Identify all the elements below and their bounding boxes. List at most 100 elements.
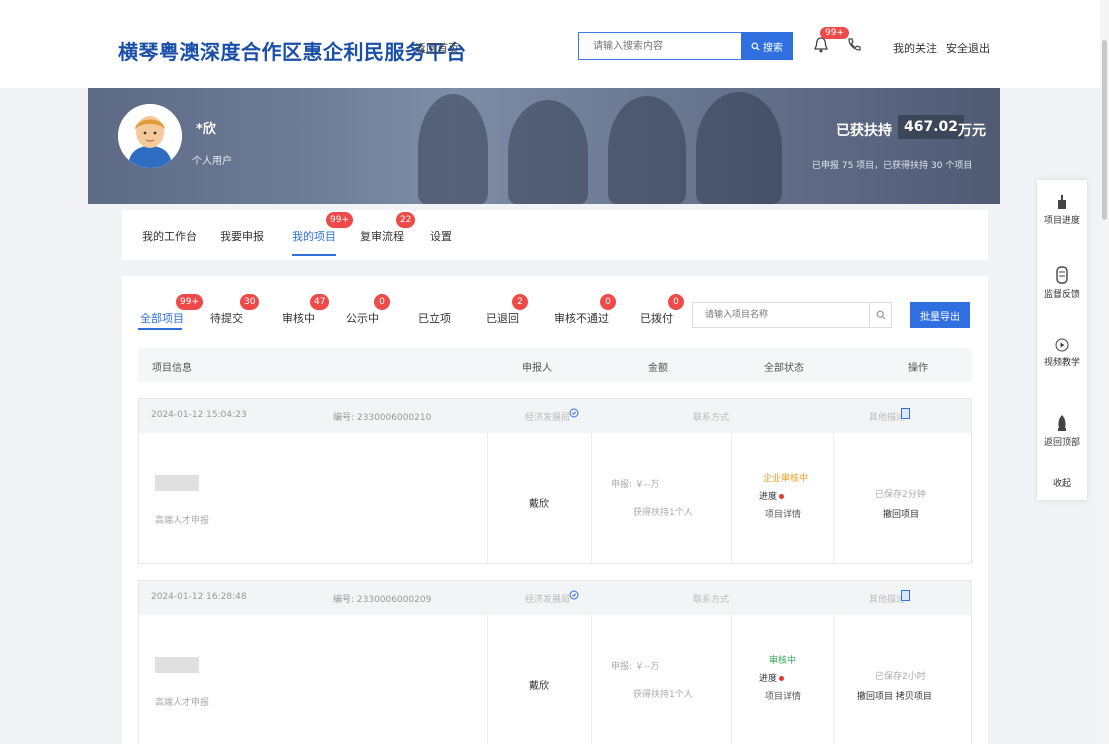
tab-my-projects[interactable]: 我的项目 bbox=[292, 228, 336, 244]
logout-link[interactable]: 安全退出 bbox=[946, 40, 990, 56]
phone-icon[interactable] bbox=[846, 37, 862, 53]
subtab-returned[interactable]: 已退回 bbox=[486, 310, 519, 326]
subtab-all-badge: 99+ bbox=[176, 294, 203, 310]
col-header-project: 项目信息 bbox=[152, 363, 192, 374]
progress-link[interactable]: 进度 bbox=[759, 489, 785, 502]
top-header: 横琴粤澳深度合作区惠企利民服务平台 返回首页 搜索 99+ 我的关注 安全退出 bbox=[0, 0, 1100, 88]
user-banner bbox=[88, 88, 1000, 204]
support-label: 已获扶持 bbox=[836, 123, 892, 139]
info-icon[interactable] bbox=[569, 408, 579, 421]
subtab-reviewing-badge: 47 bbox=[310, 294, 330, 310]
project-number: 编号: 2330006000210 bbox=[333, 413, 432, 423]
project-date: 2024-01-12 16:28:48 bbox=[151, 592, 247, 602]
tab-apply[interactable]: 我要申报 bbox=[220, 228, 264, 244]
project-progress-button[interactable]: 项目进度 bbox=[1037, 194, 1087, 226]
project-applicant: 戴欣 bbox=[529, 499, 549, 510]
project-description[interactable]: 其他描述 bbox=[869, 592, 905, 605]
project-contact[interactable]: 联系方式 bbox=[693, 592, 729, 605]
project-card-body: 高端人才申报 戴欣 申报: ￥--万 获得扶持1个人 审核中 进度 项目详情 已… bbox=[139, 615, 971, 744]
tab-workbench[interactable]: 我的工作台 bbox=[142, 228, 197, 244]
project-description[interactable]: 其他描述 bbox=[869, 410, 905, 423]
project-detail-link[interactable]: 项目详情 bbox=[765, 507, 801, 520]
support-summary: 已申报 75 项目，已获得扶持 30 个项目 bbox=[812, 161, 973, 171]
info-icon[interactable] bbox=[569, 590, 579, 603]
avatar[interactable] bbox=[118, 104, 182, 168]
col-header-status[interactable]: 全部状态 bbox=[764, 359, 804, 374]
user-name: *欣 bbox=[196, 122, 216, 137]
subtab-pending-submit-badge: 30 bbox=[240, 294, 260, 310]
subtab-rejected-badge: 0 bbox=[600, 294, 616, 310]
project-thumbnail bbox=[155, 657, 199, 673]
support-amount: 467.02 bbox=[898, 115, 965, 139]
project-search-button[interactable] bbox=[870, 302, 892, 328]
project-contact[interactable]: 联系方式 bbox=[693, 410, 729, 423]
project-status: 企业审核中 bbox=[763, 474, 809, 484]
subtab-public-badge: 0 bbox=[374, 294, 390, 310]
notification-badge: 99+ bbox=[820, 27, 849, 39]
project-note: 高端人才申报 bbox=[155, 516, 210, 526]
search-input[interactable] bbox=[578, 32, 742, 60]
subtab-approved[interactable]: 已立项 bbox=[418, 310, 451, 326]
subtab-all[interactable]: 全部项目 bbox=[140, 310, 184, 326]
project-date: 2024-01-12 15:04:23 bbox=[151, 410, 247, 420]
col-header-applicant: 申报人 bbox=[522, 363, 552, 374]
batch-export-button[interactable]: 批量导出 bbox=[910, 302, 970, 328]
project-note: 高端人才申报 bbox=[155, 698, 210, 708]
project-card: 2024-01-12 15:04:23 编号: 2330006000210 经济… bbox=[138, 398, 972, 564]
active-subtab-underline bbox=[138, 328, 182, 330]
subtab-rejected[interactable]: 审核不通过 bbox=[554, 310, 609, 326]
project-card-body: 高端人才申报 戴欣 申报: ￥--万 获得扶持1个人 企业审核中 进度 项目详情… bbox=[139, 433, 971, 563]
progress-link[interactable]: 进度 bbox=[759, 671, 785, 684]
tab-review-process[interactable]: 复审流程 bbox=[360, 228, 404, 244]
my-follow-link[interactable]: 我的关注 bbox=[893, 40, 937, 56]
project-amount: 申报: ￥--万 bbox=[611, 480, 660, 490]
main-tabs: 我的工作台 我要申报 我的项目 99+ 复审流程 22 设置 bbox=[122, 210, 988, 260]
project-actions[interactable]: 撤回项目 拷贝项目 bbox=[857, 689, 932, 702]
progress-icon bbox=[1058, 195, 1066, 209]
project-applicant: 戴欣 bbox=[529, 681, 549, 692]
subtab-paid-badge: 0 bbox=[668, 294, 684, 310]
search-icon bbox=[751, 41, 760, 51]
collapse-button[interactable]: 收起 bbox=[1037, 476, 1087, 489]
rocket-icon bbox=[1058, 415, 1066, 431]
feedback-button[interactable]: 监督反馈 bbox=[1037, 266, 1087, 300]
project-amount-sub: 获得扶持1个人 bbox=[633, 690, 693, 700]
review-process-badge: 22 bbox=[396, 212, 416, 228]
support-unit: 万元 bbox=[958, 123, 986, 139]
user-avatar-icon bbox=[118, 104, 182, 168]
back-to-top-button[interactable]: 返回顶部 bbox=[1037, 414, 1087, 448]
subtab-returned-badge: 2 bbox=[512, 294, 528, 310]
project-detail-link[interactable]: 项目详情 bbox=[765, 689, 801, 702]
project-time-ago: 已保存2分钟 bbox=[875, 490, 926, 500]
tab-settings[interactable]: 设置 bbox=[430, 228, 452, 244]
scroll-thumb[interactable] bbox=[1102, 40, 1107, 220]
document-icon[interactable] bbox=[901, 408, 910, 422]
project-thumbnail bbox=[155, 475, 199, 491]
project-status: 审核中 bbox=[769, 656, 797, 666]
search-button[interactable]: 搜索 bbox=[741, 32, 793, 60]
col-header-action: 操作 bbox=[908, 363, 928, 374]
col-header-amount: 金额 bbox=[648, 363, 668, 374]
subtab-paid[interactable]: 已拨付 bbox=[640, 310, 673, 326]
subtab-public[interactable]: 公示中 bbox=[346, 310, 379, 326]
search-button-label: 搜索 bbox=[763, 42, 783, 54]
project-card-header: 2024-01-12 16:28:48 编号: 2330006000209 经济… bbox=[139, 581, 971, 615]
project-time-ago: 已保存2小时 bbox=[875, 672, 926, 682]
project-amount-sub: 获得扶持1个人 bbox=[633, 508, 693, 518]
video-tutorial-button[interactable]: 视频教学 bbox=[1037, 338, 1087, 368]
subtab-pending-submit[interactable]: 待提交 bbox=[210, 310, 243, 326]
project-department: 经济发展局 bbox=[525, 595, 571, 605]
project-number: 编号: 2330006000209 bbox=[333, 595, 432, 605]
project-department: 经济发展局 bbox=[525, 413, 571, 423]
my-projects-badge: 99+ bbox=[326, 212, 353, 228]
table-header: 项目信息 申报人 金额 全部状态 操作 bbox=[138, 348, 972, 382]
floating-toolbar: 项目进度 监督反馈 视频教学 返回顶部 收起 bbox=[1037, 180, 1087, 500]
home-link[interactable]: 返回首页 bbox=[415, 40, 459, 56]
subtab-reviewing[interactable]: 审核中 bbox=[282, 310, 315, 326]
withdraw-project-button[interactable]: 撤回项目 bbox=[883, 507, 919, 520]
project-panel: 全部项目 99+ 待提交 30 审核中 47 公示中 0 已立项 已退回 2 审… bbox=[122, 276, 988, 744]
document-icon[interactable] bbox=[901, 590, 910, 604]
project-search-input[interactable] bbox=[692, 302, 870, 328]
project-card: 2024-01-12 16:28:48 编号: 2330006000209 经济… bbox=[138, 580, 972, 744]
play-icon bbox=[1055, 338, 1069, 352]
